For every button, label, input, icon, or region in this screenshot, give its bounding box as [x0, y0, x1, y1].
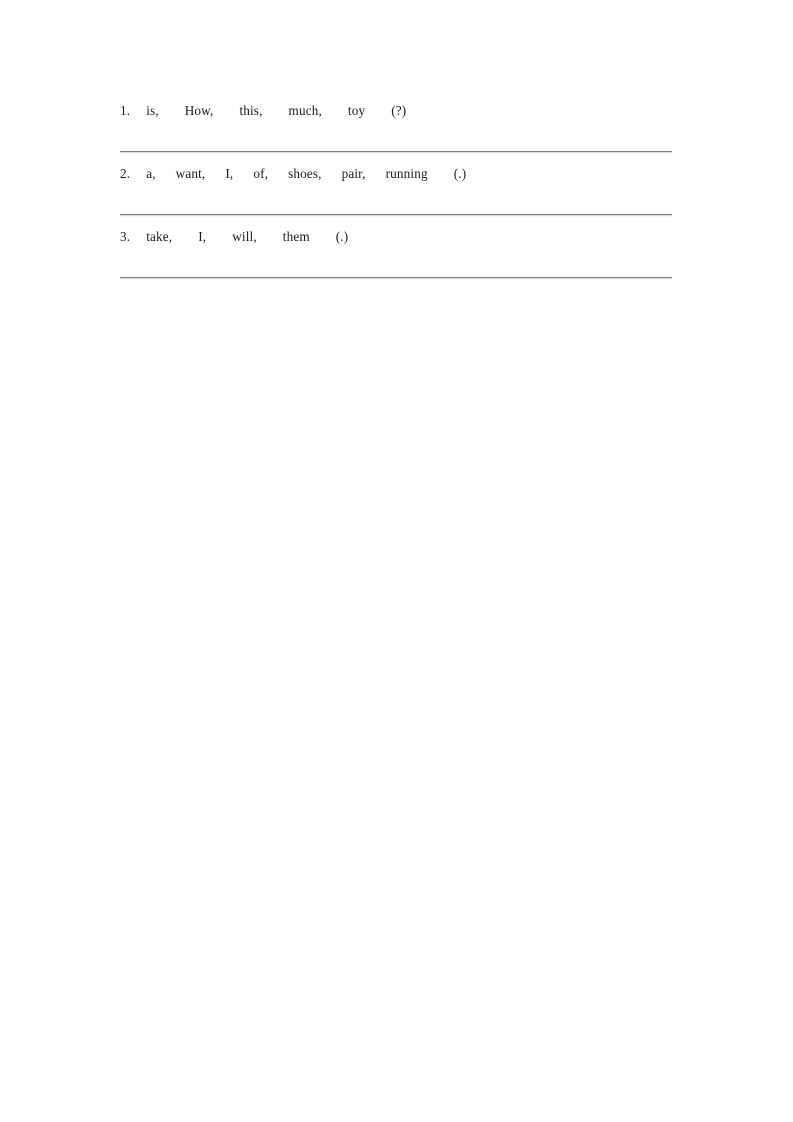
scrambled-word: them	[282, 229, 310, 244]
scrambled-word: I,	[198, 229, 207, 244]
scrambled-word: toy	[347, 103, 366, 118]
exercise-prompt: 2. a, want, I, of, shoes, pair, running (.)	[120, 162, 672, 182]
exercise-item: 1. is, How, this, much, toy (?)	[120, 99, 672, 162]
exercise-number: 1.	[120, 103, 131, 118]
exercise-prompt: 1. is, How, this, much, toy (?)	[120, 99, 672, 119]
exercise-list: 1. is, How, this, much, toy (?) 2. a, want, I, of,…	[120, 99, 672, 288]
scrambled-word: I,	[225, 166, 234, 181]
scrambled-word: shoes,	[288, 166, 322, 181]
scrambled-word: is,	[146, 103, 159, 118]
exercise-number: 2.	[120, 166, 131, 181]
exercise-punctuation: (?)	[391, 103, 407, 118]
exercise-item: 3. take, I, will, them (.)	[120, 225, 672, 288]
exercise-prompt: 3. take, I, will, them (.)	[120, 225, 672, 245]
scrambled-word: of,	[253, 166, 269, 181]
exercise-number: 3.	[120, 229, 131, 244]
exercise-punctuation: (.)	[453, 166, 467, 181]
scrambled-word: How,	[184, 103, 214, 118]
scrambled-word: a,	[146, 166, 156, 181]
scrambled-word: much,	[288, 103, 322, 118]
answer-rule	[120, 151, 672, 152]
exercise-punctuation: (.)	[335, 229, 349, 244]
answer-rule	[120, 277, 672, 278]
answer-rule	[120, 214, 672, 215]
exercise-item: 2. a, want, I, of, shoes, pair, running (.)	[120, 162, 672, 225]
document-page: 1. is, How, this, much, toy (?) 2. a, want, I, of,…	[0, 0, 793, 1122]
scrambled-word: will,	[232, 229, 257, 244]
scrambled-word: want,	[175, 166, 206, 181]
scrambled-word: running	[385, 166, 428, 181]
scrambled-word: take,	[146, 229, 173, 244]
scrambled-word: pair,	[341, 166, 366, 181]
scrambled-word: this,	[239, 103, 263, 118]
